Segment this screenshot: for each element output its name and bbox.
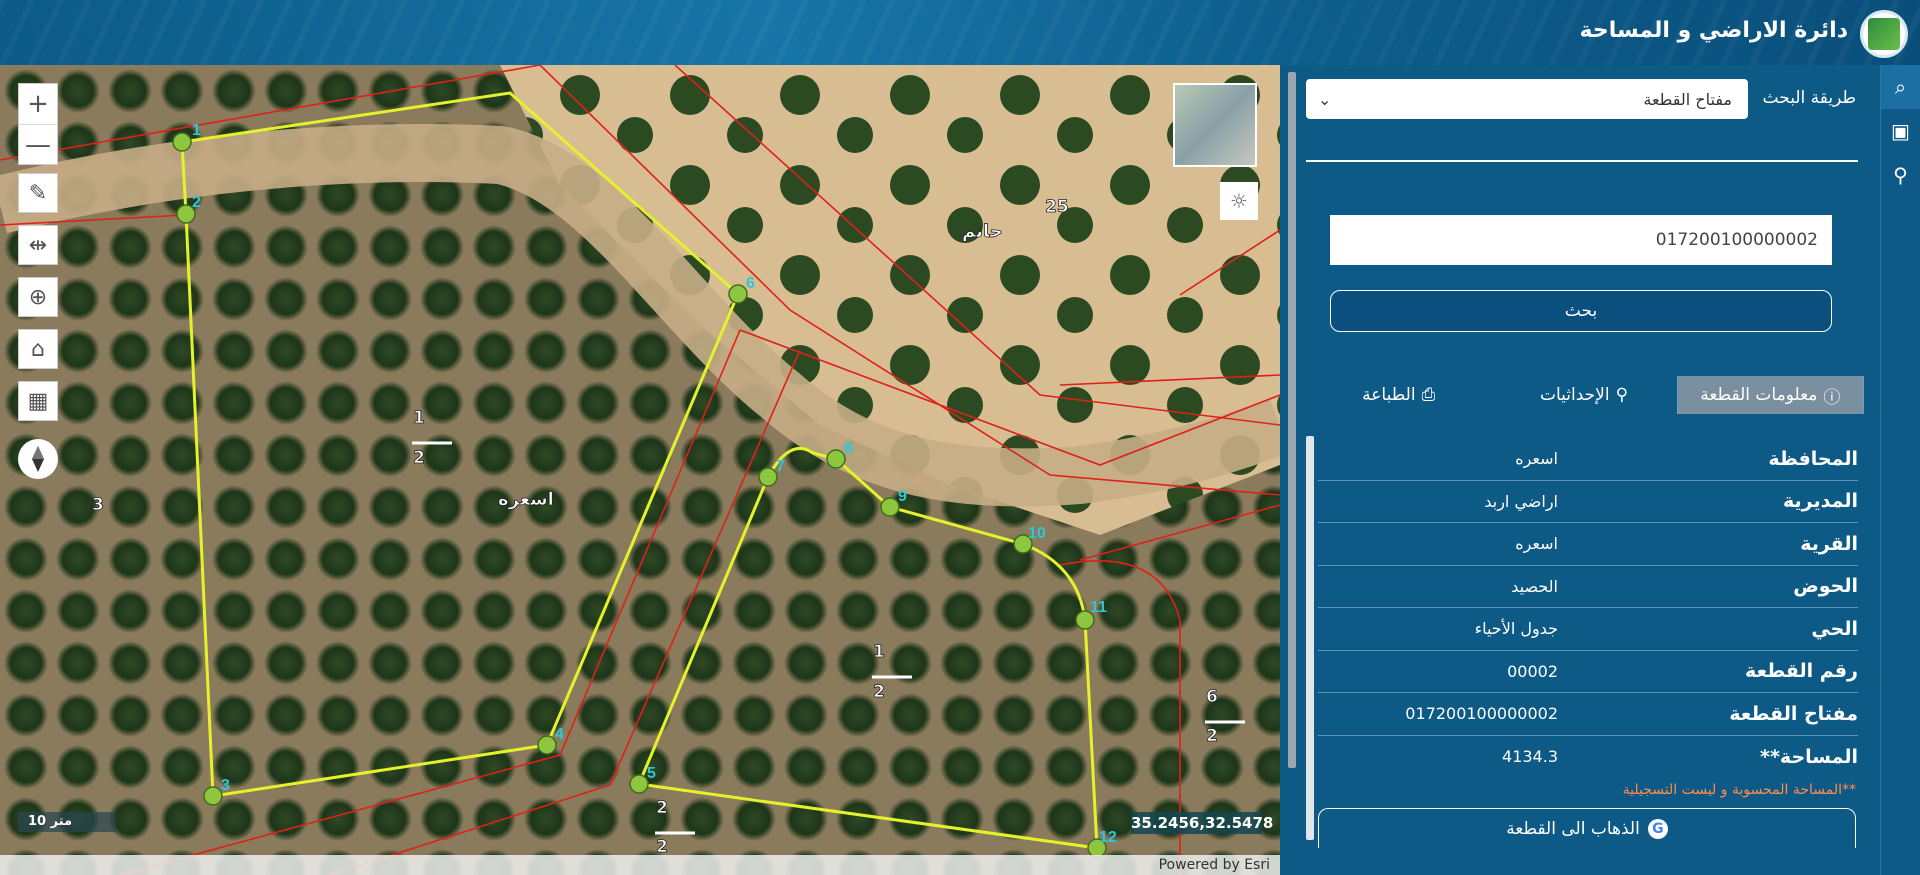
info-key: المديرية bbox=[1783, 490, 1858, 513]
info-key: المحافظة bbox=[1768, 447, 1858, 470]
info-key: الحي bbox=[1811, 617, 1858, 640]
info-scrollbar[interactable] bbox=[1306, 436, 1314, 840]
tab-print[interactable]: ⎙ الطباعة bbox=[1306, 376, 1491, 414]
vertex-label: 10 bbox=[1028, 525, 1046, 542]
panel-scrollbar[interactable] bbox=[1288, 72, 1296, 768]
zoom-control: + — bbox=[18, 83, 58, 165]
parcel-info-table: المحافظة اسعره المديرية اراضي اربد القرية ا… bbox=[1318, 438, 1858, 778]
basemap-thumbnail[interactable] bbox=[1173, 83, 1257, 167]
info-row: الحوض الحصيد bbox=[1318, 566, 1858, 608]
parcel-fraction: 1 bbox=[873, 642, 885, 662]
dls-logo-icon[interactable] bbox=[1860, 10, 1908, 58]
scale-bar: 10 متر bbox=[18, 812, 116, 832]
app-header: دائرة الاراضي و المساحة bbox=[0, 0, 1920, 65]
locate-icon[interactable]: ⊕ bbox=[18, 277, 58, 317]
info-row: القرية اسعره bbox=[1318, 523, 1858, 566]
vertex-label: 11 bbox=[1090, 599, 1107, 616]
info-key: مفتاح القطعة bbox=[1729, 702, 1858, 725]
parcel-number: 25 bbox=[1045, 197, 1069, 217]
parcel-number: 3 bbox=[92, 495, 104, 515]
coordinate-readout: 35.2456,32.5478 bbox=[1131, 812, 1274, 834]
compass-icon[interactable] bbox=[18, 439, 58, 479]
tab-coordinates[interactable]: ⚲ الإحداثيات bbox=[1491, 376, 1678, 414]
parcel-key-input[interactable]: 017200100000002 bbox=[1330, 215, 1832, 265]
home-icon[interactable]: ⌂ bbox=[18, 329, 58, 369]
info-row: رقم القطعة 00002 bbox=[1318, 651, 1858, 693]
info-key: رقم القطعة bbox=[1745, 660, 1858, 683]
vertex-label: 4 bbox=[555, 726, 564, 743]
area-footnote: **المساحة المحسوبة و ليست التسجيلية bbox=[1622, 782, 1856, 798]
info-key: المساحة** bbox=[1760, 745, 1858, 768]
info-key: الحوض bbox=[1793, 575, 1858, 598]
zoom-in-button[interactable]: + bbox=[19, 84, 57, 124]
measure-icon[interactable]: ⇹ bbox=[18, 225, 58, 265]
esri-attribution: Powered by Esri bbox=[0, 855, 1280, 875]
info-row: المحافظة اسعره bbox=[1318, 438, 1858, 481]
info-row: الحي جدول الأحياء bbox=[1318, 608, 1858, 651]
info-icon: ⓘ bbox=[1823, 387, 1841, 408]
vertex-label: 2 bbox=[192, 194, 201, 211]
info-value: اراضي اربد bbox=[1484, 491, 1558, 511]
parcel-fraction: 1 bbox=[413, 408, 425, 428]
village-label: حاتم bbox=[962, 221, 1003, 242]
parcel-fraction: 2 bbox=[656, 837, 668, 857]
info-row: المديرية اراضي اربد bbox=[1318, 481, 1858, 523]
info-value: جدول الأحياء bbox=[1474, 619, 1558, 639]
info-value: 017200100000002 bbox=[1405, 704, 1558, 724]
info-value: 00002 bbox=[1507, 661, 1558, 681]
parcel-tabs: ⎙ الطباعة ⚲ الإحداثيات ⓘ معلومات القطعة bbox=[1306, 376, 1864, 414]
parcel-number: 6 bbox=[1206, 687, 1218, 707]
sun-icon[interactable]: ☼ bbox=[1220, 182, 1258, 220]
vertex-label: 12 bbox=[1099, 829, 1117, 846]
search-method-value: مفتاح القطعة bbox=[1643, 89, 1732, 109]
parcel-fraction: 2 bbox=[873, 682, 885, 702]
satellite-imagery: 1 2 3 4 5 6 7 8 9 10 11 12 اسعره حاتم 25… bbox=[0, 65, 1280, 875]
divider bbox=[1306, 160, 1858, 162]
search-button[interactable]: بحث bbox=[1330, 290, 1832, 332]
goto-label: الذهاب الى القطعة bbox=[1506, 818, 1640, 839]
layers-icon[interactable]: ▦ bbox=[18, 381, 58, 421]
info-value: الحصيد bbox=[1511, 576, 1558, 596]
parcel-fraction: 2 bbox=[413, 448, 425, 468]
map-pin-icon: ⚲ bbox=[1615, 385, 1629, 405]
info-row: المساحة** 4134.3 bbox=[1318, 736, 1858, 779]
tool-rail: ⌕ ▣ ⚲ bbox=[1880, 65, 1920, 875]
map-view[interactable]: 1 2 3 4 5 6 7 8 9 10 11 12 اسعره حاتم 25… bbox=[0, 65, 1280, 875]
info-value: اسعره bbox=[1515, 449, 1558, 469]
vertex-label: 3 bbox=[221, 777, 230, 794]
printer-icon: ⎙ bbox=[1421, 385, 1436, 405]
zoom-out-button[interactable]: — bbox=[19, 124, 57, 164]
goto-parcel-button[interactable]: الذهاب الى القطعة G bbox=[1318, 808, 1856, 848]
tab-label: معلومات القطعة bbox=[1700, 385, 1818, 405]
tab-parcel-info[interactable]: ⓘ معلومات القطعة bbox=[1677, 376, 1864, 414]
app-title: دائرة الاراضي و المساحة bbox=[1579, 18, 1848, 43]
vertex-label: 7 bbox=[776, 458, 785, 475]
vertex-label: 6 bbox=[746, 275, 755, 292]
parcel-fraction: 2 bbox=[656, 798, 668, 818]
location-pin-icon[interactable]: ⚲ bbox=[1881, 153, 1920, 197]
chevron-down-icon: ⌄ bbox=[1318, 89, 1332, 109]
wallet-icon[interactable]: ▣ bbox=[1881, 109, 1920, 153]
vertex-label: 8 bbox=[844, 440, 853, 457]
pencil-icon[interactable]: ✎ bbox=[18, 173, 58, 213]
tab-label: الإحداثيات bbox=[1539, 385, 1610, 405]
vertex-label: 5 bbox=[647, 765, 656, 782]
info-row: مفتاح القطعة 017200100000002 bbox=[1318, 693, 1858, 736]
village-label: اسعره bbox=[498, 489, 554, 510]
info-value: اسعره bbox=[1515, 534, 1558, 554]
parcel-fraction: 2 bbox=[1206, 726, 1218, 746]
tab-label: الطباعة bbox=[1362, 385, 1416, 405]
search-method-select[interactable]: ⌄ مفتاح القطعة bbox=[1306, 79, 1748, 119]
info-value: 4134.3 bbox=[1502, 747, 1558, 767]
search-method-label: طريقة البحث bbox=[1762, 88, 1856, 108]
info-key: القرية bbox=[1800, 532, 1858, 555]
vertex-label: 1 bbox=[192, 122, 201, 139]
search-icon[interactable]: ⌕ bbox=[1881, 65, 1920, 109]
vertex-label: 9 bbox=[898, 488, 907, 505]
google-icon: G bbox=[1647, 818, 1668, 839]
